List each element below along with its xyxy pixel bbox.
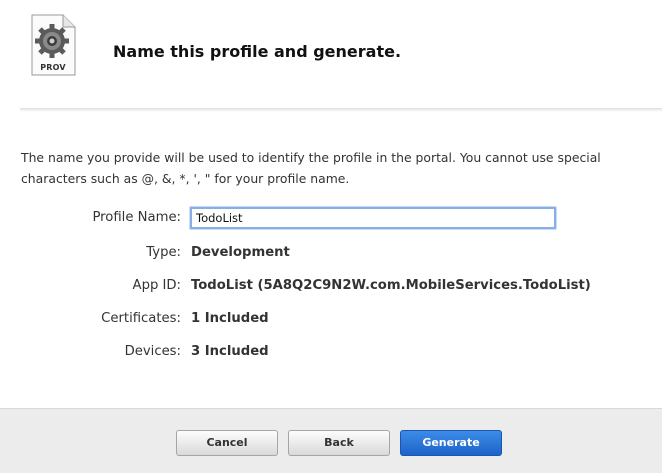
prov-label: PROV [40,63,66,72]
header: PROV Name this profile and generate. [0,0,662,112]
app-id-label: App ID: [132,278,181,293]
certificates-row: Certificates: 1 Included [0,308,662,330]
profile-name-label: Profile Name: [92,210,181,225]
app-id-row: App ID: TodoList (5A8Q2C9N2W.com.MobileS… [0,275,662,297]
cancel-button[interactable]: Cancel [176,430,278,456]
certificates-value: 1 Included [191,311,269,326]
app-id-value: TodoList (5A8Q2C9N2W.com.MobileServices.… [191,278,591,293]
type-label: Type: [146,245,181,260]
back-button[interactable]: Back [288,430,390,456]
profile-name-input[interactable] [190,207,556,229]
type-row: Type: Development [0,242,662,264]
type-value: Development [191,245,290,260]
devices-label: Devices: [124,344,181,359]
footer-bar: Cancel Back Generate [0,408,662,473]
provisioning-profile-icon: PROV [30,14,76,76]
devices-value: 3 Included [191,344,269,359]
description-text: The name you provide will be used to ide… [21,150,601,186]
generate-button[interactable]: Generate [400,430,502,456]
header-divider [20,108,662,112]
devices-row: Devices: 3 Included [0,341,662,363]
profile-name-row: Profile Name: [0,207,662,229]
certificates-label: Certificates: [101,311,181,326]
page-title: Name this profile and generate. [113,42,402,61]
